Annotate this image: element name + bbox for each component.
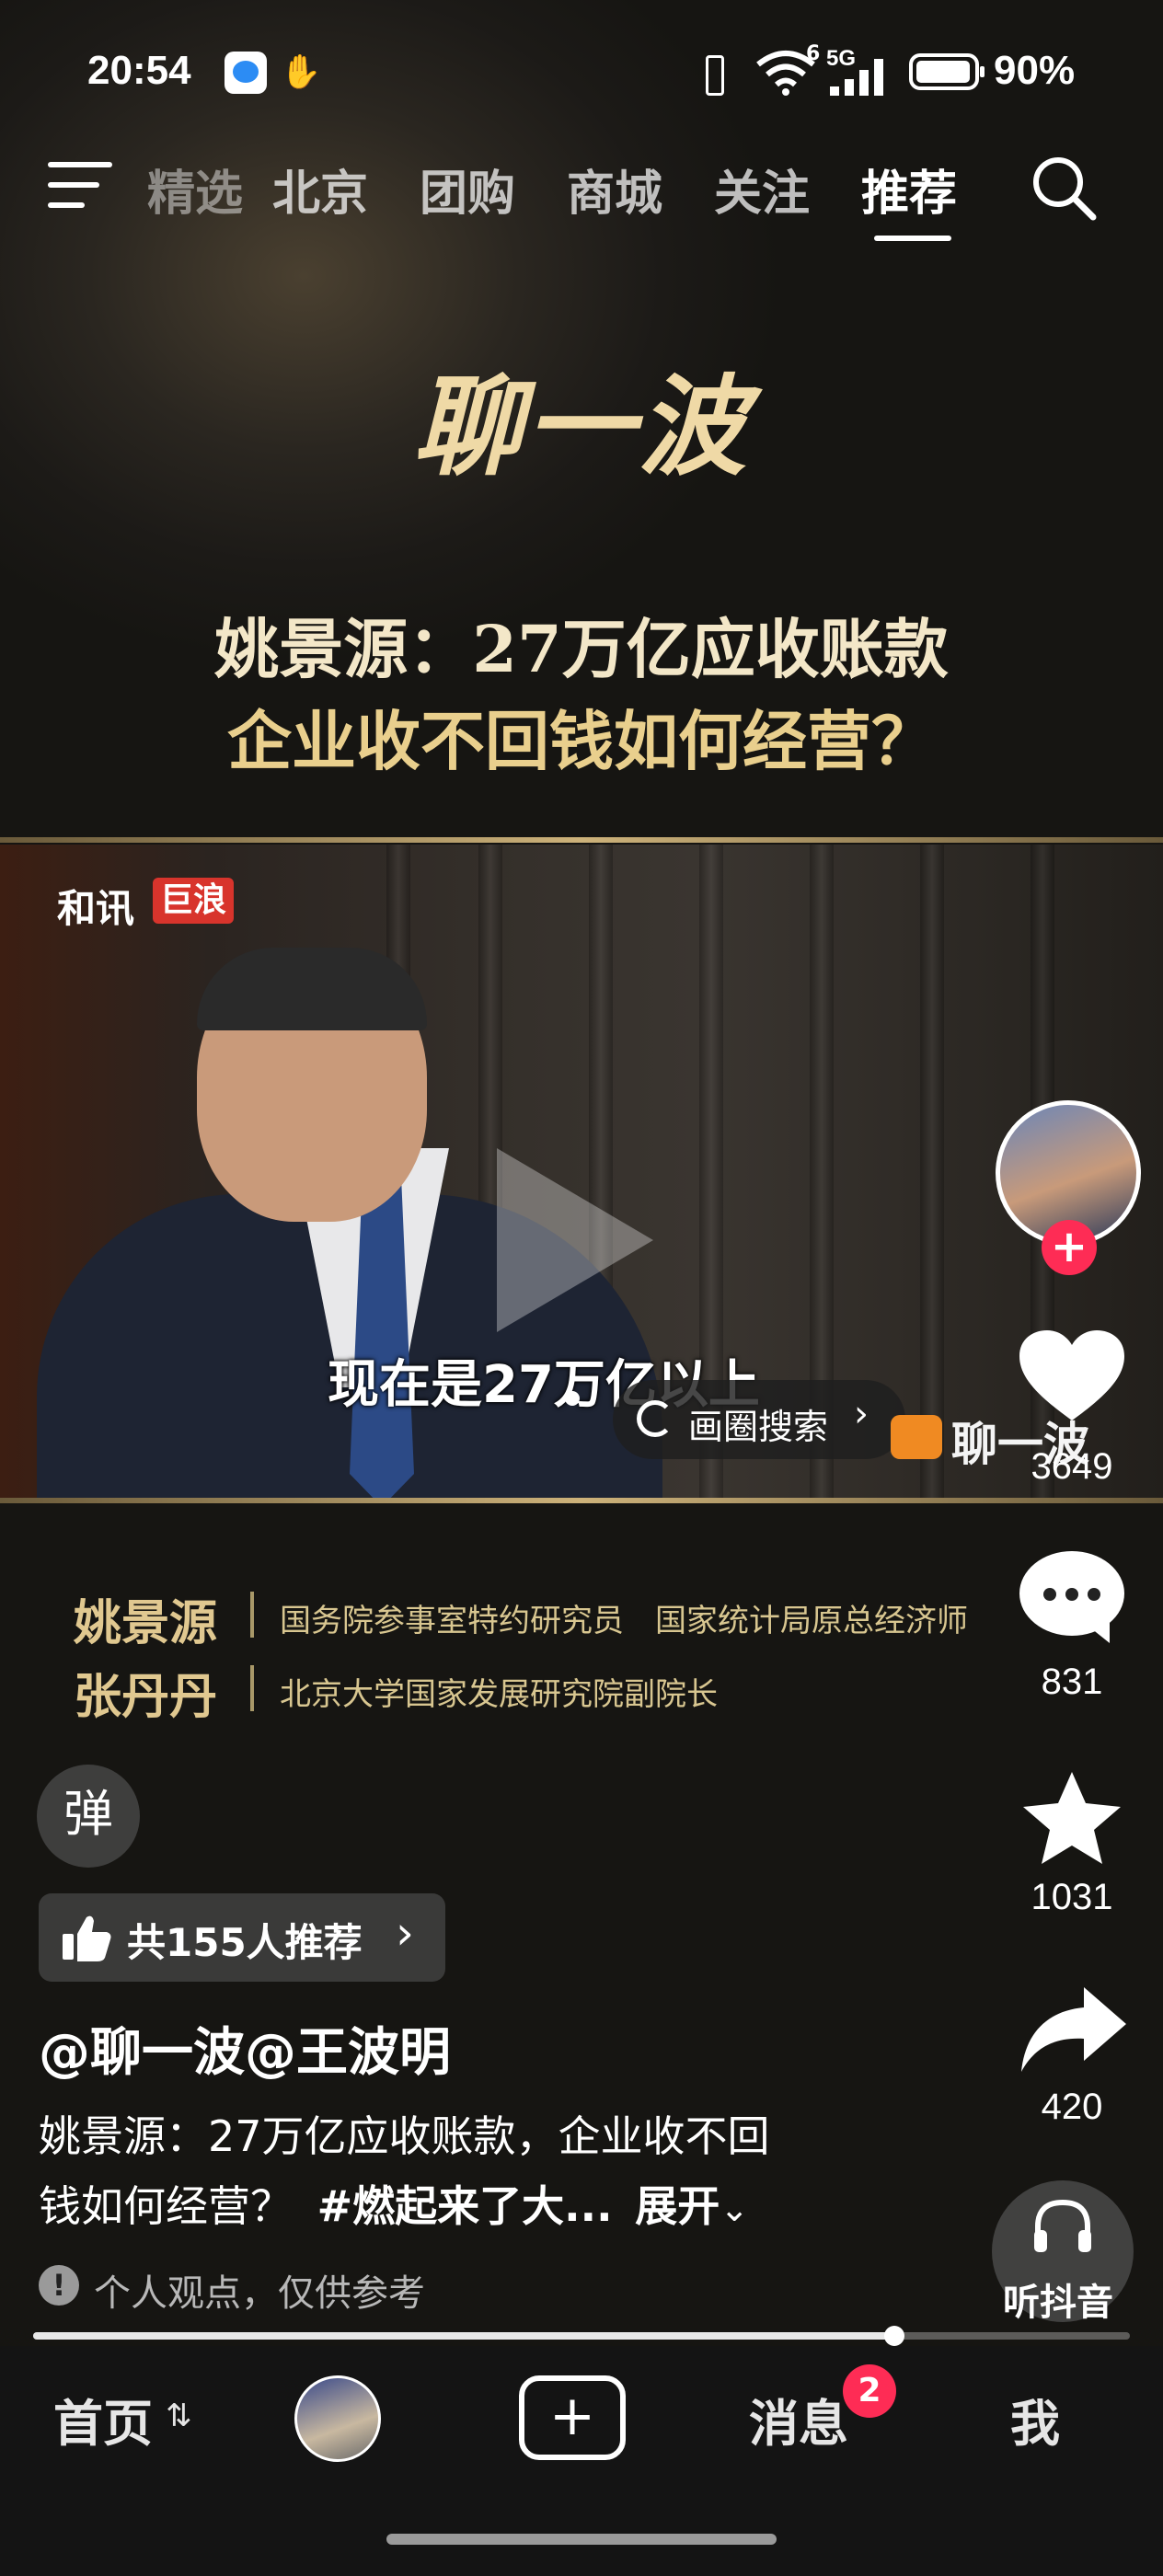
- play-icon[interactable]: [497, 1148, 653, 1332]
- guest-name-1: 姚景源: [74, 1595, 218, 1651]
- recommend-label: 共155人推荐: [127, 1920, 363, 1965]
- comment-count: 831: [1041, 1662, 1103, 1702]
- circle-search-dot: [565, 1391, 580, 1406]
- guest-title-1: 国务院参事室特约研究员 国家统计局原总经济师: [280, 1603, 968, 1639]
- follow-plus-icon[interactable]: +: [1042, 1220, 1097, 1275]
- danmaku-toggle[interactable]: 弹: [37, 1765, 140, 1868]
- brand-title: 聊一波: [412, 362, 750, 490]
- speaker-hair: [197, 948, 427, 1030]
- listen-label: 听抖音: [1003, 2282, 1113, 2324]
- signal-icon: [830, 59, 883, 96]
- refresh-icon: ⇅: [166, 2398, 192, 2434]
- circle-search-label: 画圈搜索: [688, 1407, 829, 1447]
- chevron-down-icon: ⌄: [720, 2189, 750, 2229]
- like-count: 3649: [1031, 1446, 1113, 1487]
- headline-line1: 姚景源：27万亿应收账款: [214, 611, 949, 687]
- circle-search-icon: [637, 1400, 674, 1437]
- friends-avatar[interactable]: [294, 2375, 381, 2462]
- tab-group-buy[interactable]: 团购: [420, 155, 515, 224]
- guest-title-2: 北京大学国家发展研究院副院长: [280, 1676, 718, 1713]
- messages-badge: 2: [843, 2364, 896, 2418]
- recommend-chip[interactable]: 共155人推荐 ›: [39, 1893, 445, 1982]
- video-player[interactable]: 和讯 巨浪 现在是27万亿以上 画圈搜索 › 聊一波: [0, 845, 1163, 1500]
- tab-following[interactable]: 关注: [714, 155, 810, 224]
- status-time: 20:54: [87, 48, 191, 93]
- video-bottom-border: [0, 1498, 1163, 1503]
- author-name[interactable]: @聊一波@王波明: [39, 2011, 451, 2086]
- sim-slot-label: 6: [806, 42, 821, 65]
- source-logo-text: 和讯: [57, 886, 135, 931]
- info-icon: !: [39, 2265, 79, 2306]
- post-description-text: 钱如何经营？: [39, 2181, 293, 2231]
- share-arrow-icon[interactable]: [1018, 1984, 1128, 2076]
- disclaimer-text: 个人观点，仅供参考: [94, 2272, 425, 2315]
- watermark-icon: [891, 1415, 942, 1459]
- like-heart-icon[interactable]: [1018, 1328, 1126, 1424]
- danmaku-label: 弹: [63, 1785, 113, 1843]
- comment-icon[interactable]: [1019, 1551, 1124, 1643]
- nav-home[interactable]: 首页: [53, 2383, 153, 2455]
- share-count: 420: [1041, 2087, 1103, 2127]
- tab-recommended[interactable]: 推荐: [861, 155, 957, 224]
- favorite-star-icon[interactable]: [1019, 1768, 1124, 1869]
- gesture-icon: ✋: [280, 53, 322, 91]
- chevron-right-icon: ›: [854, 1393, 869, 1435]
- active-tab-indicator: [874, 236, 951, 241]
- favorite-count: 1031: [1031, 1877, 1113, 1917]
- progress-fill: [33, 2332, 894, 2340]
- app-notification-icon: [225, 52, 267, 94]
- battery-percent: 90%: [994, 48, 1076, 93]
- headline-line2: 企业收不回钱如何经营？: [227, 703, 936, 779]
- create-post-button[interactable]: +: [519, 2375, 626, 2460]
- post-description-line1: 姚景源：27万亿应收账款，企业收不回: [39, 2111, 770, 2161]
- tab-beijing[interactable]: 北京: [272, 155, 368, 224]
- progress-track[interactable]: [33, 2326, 1130, 2346]
- post-description-line2: 钱如何经营？ #燃起来了大... 展开⌄: [39, 2173, 749, 2234]
- menu-icon[interactable]: [48, 160, 114, 212]
- headphones-icon: [1034, 2199, 1091, 2252]
- chevron-right-icon: ›: [396, 1906, 414, 1960]
- hashtag-link[interactable]: #燃起来了大...: [317, 2181, 613, 2231]
- guest-name-2: 张丹丹: [74, 1669, 218, 1725]
- source-logo-badge: 巨浪: [153, 878, 235, 924]
- nav-me[interactable]: 我: [1010, 2383, 1060, 2455]
- circle-search-button[interactable]: 画圈搜索 ›: [613, 1380, 905, 1459]
- thumbs-up-icon: [63, 1915, 111, 1961]
- video-stage[interactable]: 20:54 ✋ 6 5G 90% 精选 北京 团购 商城 关注 推荐 聊一波 姚…: [0, 0, 1163, 2346]
- nav-messages[interactable]: 消息: [749, 2383, 848, 2455]
- progress-knob[interactable]: [883, 2326, 904, 2346]
- expand-button[interactable]: 展开: [635, 2181, 720, 2231]
- vibrate-icon: [697, 53, 725, 96]
- search-icon[interactable]: [1027, 151, 1100, 224]
- battery-icon: [909, 53, 985, 90]
- video-top-border: [0, 837, 1163, 843]
- tab-featured[interactable]: 精选: [147, 155, 243, 224]
- home-indicator: [386, 2534, 777, 2545]
- tab-mall[interactable]: 商城: [567, 155, 662, 224]
